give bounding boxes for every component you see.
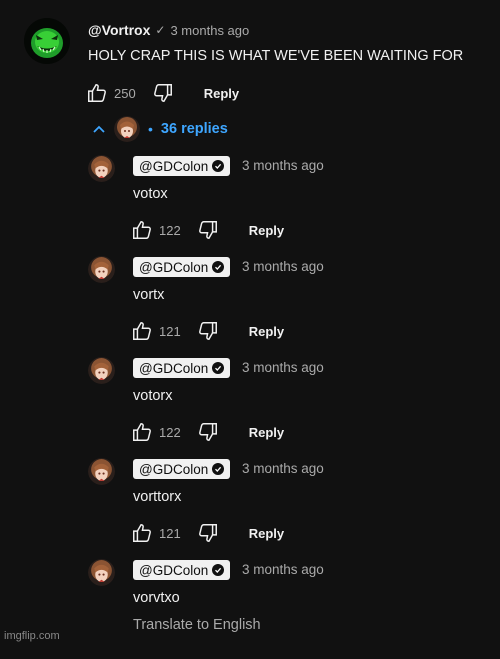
reply-timestamp[interactable]: 3 months ago [242,158,324,173]
reply-author-pill[interactable]: @GDColon [133,257,231,277]
comment-timestamp[interactable]: 3 months ago [170,23,249,38]
verified-badge-icon [212,261,225,273]
comment-actions: 250 Reply [86,82,239,104]
reply-timestamp[interactable]: 3 months ago [242,360,324,375]
verified-badge-icon [212,564,225,576]
reply-actions: 121 Reply [131,522,284,544]
reply-author-pill[interactable]: @GDColon [133,156,231,176]
reply-handle: @GDColon [139,158,209,174]
dislike-icon[interactable] [197,421,219,443]
reply-author-pill[interactable]: @GDColon [133,560,231,580]
reply-item: @GDColon 3 months ago vorvtxo [0,559,500,659]
reply-actions: 122 Reply [131,421,284,443]
reply-avatar[interactable] [88,458,115,485]
reply-button[interactable]: Reply [249,324,284,339]
reply-avatar[interactable] [88,155,115,182]
hide-replies-toggle[interactable]: • 36 replies [92,116,228,142]
dislike-icon[interactable] [197,219,219,241]
reply-button[interactable]: Reply [249,425,284,440]
reply-handle: @GDColon [139,562,209,578]
like-count: 122 [159,222,181,238]
like-icon[interactable] [131,421,153,443]
comment-header: @Vortrox ✓ 3 months ago [88,22,249,38]
reply-author-pill[interactable]: @GDColon [133,459,231,479]
verified-badge-icon [212,362,225,374]
reply-avatar[interactable] [88,559,115,586]
reply-timestamp[interactable]: 3 months ago [242,259,324,274]
reply-actions: 121 Reply [131,320,284,342]
translate-to-english-link[interactable]: Translate to English [133,617,261,633]
reply-button[interactable]: Reply [249,526,284,541]
reply-text: vortx [133,287,165,303]
reply-text: vorvtxo [133,590,180,606]
verified-badge-icon [212,160,225,172]
separator-dot: • [148,121,153,137]
like-count: 121 [159,323,181,339]
reply-actions: 122 Reply [131,219,284,241]
reply-text: votorx [133,388,173,404]
green-grin-face-icon [24,18,70,64]
replier-avatar [114,116,140,142]
reply-timestamp[interactable]: 3 months ago [242,562,324,577]
reply-handle: @GDColon [139,461,209,477]
imgflip-watermark: imgflip.com [4,630,60,642]
commenter-handle[interactable]: @Vortrox [88,22,150,38]
comment-text: HOLY CRAP THIS IS WHAT WE'VE BEEN WAITIN… [88,48,464,64]
like-count: 122 [159,424,181,440]
chevron-up-icon [93,125,105,133]
reply-avatar[interactable] [88,256,115,283]
like-icon[interactable] [131,320,153,342]
verified-check-icon: ✓ [155,23,166,37]
reply-handle: @GDColon [139,259,209,275]
reply-avatar[interactable] [88,357,115,384]
verified-badge-icon [212,463,225,475]
reply-item: @GDColon 3 months ago votorx 122 Reply [0,357,500,457]
like-count: 121 [159,525,181,541]
like-icon[interactable] [131,219,153,241]
reply-text: vorttorx [133,489,182,505]
reply-author-pill[interactable]: @GDColon [133,358,231,378]
dislike-icon[interactable] [197,522,219,544]
reply-timestamp[interactable]: 3 months ago [242,461,324,476]
reply-button[interactable]: Reply [204,86,239,101]
replies-count-label: 36 replies [160,121,228,137]
dislike-icon[interactable] [152,82,174,104]
reply-item: @GDColon 3 months ago vortx 121 Reply [0,256,500,356]
like-count: 250 [114,85,136,101]
commenter-avatar[interactable] [24,18,70,64]
dislike-icon[interactable] [197,320,219,342]
like-icon[interactable] [131,522,153,544]
reply-text: votox [133,186,168,202]
like-icon[interactable] [86,82,108,104]
reply-button[interactable]: Reply [249,223,284,238]
reply-handle: @GDColon [139,360,209,376]
reply-item: @GDColon 3 months ago vorttorx 121 Reply [0,458,500,558]
reply-item: @GDColon 3 months ago votox 122 Reply [0,155,500,255]
